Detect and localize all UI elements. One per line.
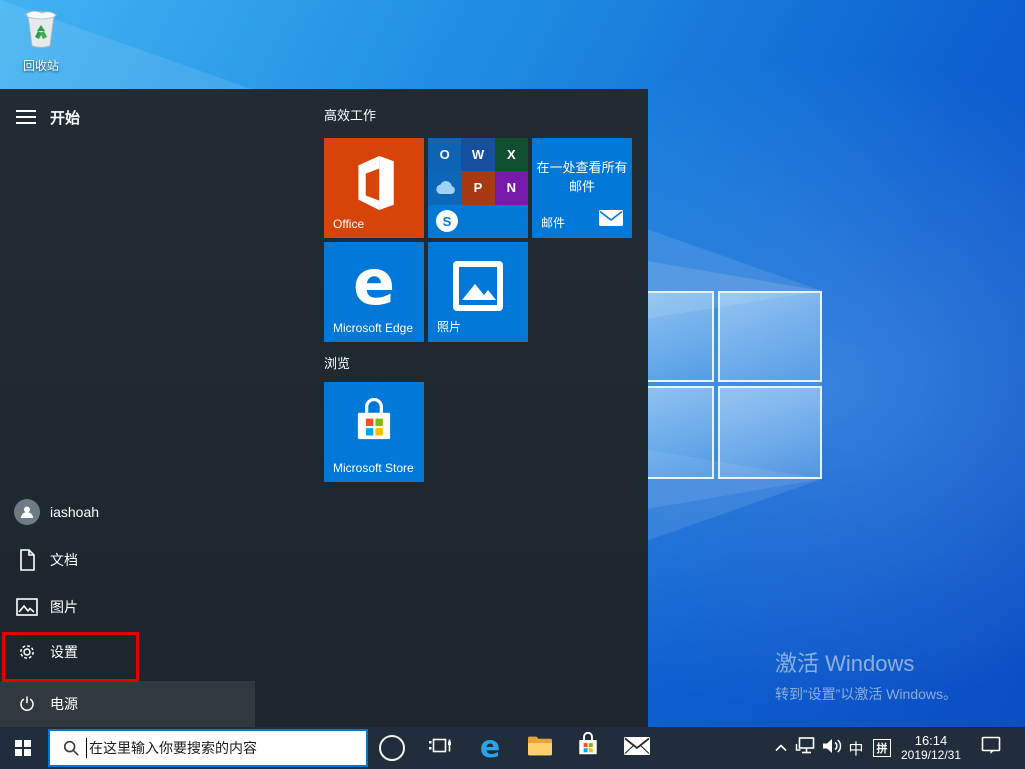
- documents-label: 文档: [50, 552, 78, 568]
- text-caret: [86, 738, 87, 758]
- hamburger-menu-button[interactable]: [16, 110, 36, 124]
- task-view-icon: [428, 735, 452, 762]
- search-icon: [62, 739, 80, 757]
- watermark-title: 激活 Windows: [775, 651, 915, 676]
- powerpoint-icon[interactable]: P: [461, 171, 495, 205]
- rail-item-user[interactable]: iashoah: [0, 489, 255, 535]
- photos-tile-label: 照片: [437, 320, 462, 334]
- tile-photos[interactable]: 照片: [428, 242, 528, 342]
- edge-taskbar-button[interactable]: e: [470, 727, 510, 769]
- clock-tray-button[interactable]: 16:14 2019/12/31: [893, 727, 969, 769]
- rail-item-pictures[interactable]: 图片: [0, 584, 255, 630]
- clock-date: 2019/12/31: [900, 748, 962, 762]
- gear-icon: [14, 642, 40, 662]
- store-icon: [576, 731, 600, 764]
- recycle-bin-icon: [20, 10, 62, 54]
- mail-taskbar-button[interactable]: [617, 727, 657, 769]
- cortana-button[interactable]: [372, 727, 412, 769]
- mail-tile-message: 在一处查看所有 邮件: [536, 160, 628, 194]
- outlook-icon[interactable]: O: [428, 138, 462, 172]
- action-center-button[interactable]: [973, 727, 1009, 769]
- office-tile-label: Office: [333, 217, 365, 231]
- tile-office[interactable]: Office: [324, 138, 424, 238]
- pictures-label: 图片: [50, 599, 78, 615]
- tile-mail[interactable]: 在一处查看所有 邮件 邮件: [532, 138, 632, 238]
- clock-time: 16:14: [914, 733, 948, 748]
- onedrive-icon[interactable]: [428, 171, 462, 205]
- onenote-icon[interactable]: N: [494, 171, 528, 205]
- word-icon[interactable]: W: [461, 138, 495, 172]
- mail-envelope-icon: [599, 210, 623, 231]
- action-center-icon: [981, 736, 1001, 760]
- edge-icon: e: [479, 730, 501, 765]
- speaker-icon: [822, 737, 843, 760]
- store-icon: [324, 398, 424, 448]
- tile-group-title-explore: 浏览: [324, 356, 351, 371]
- chevron-up-icon: [774, 739, 788, 757]
- activation-watermark: 激活 Windows 转到“设置”以激活 Windows。: [775, 646, 957, 704]
- rail-item-documents[interactable]: 文档: [0, 537, 255, 583]
- skype-icon: S: [436, 210, 458, 233]
- windows-start-icon: [15, 740, 31, 756]
- settings-label: 设置: [50, 644, 78, 660]
- desktop: 回收站 激活 Windows 转到“设置”以激活 Windows。 开始 ias…: [0, 0, 1025, 769]
- photos-icon: [428, 258, 528, 314]
- taskbar: 在这里输入你要搜索的内容 e 中 拼 16:14 2019/12/31: [0, 727, 1025, 769]
- volume-tray-button[interactable]: [818, 727, 846, 769]
- network-tray-button[interactable]: [792, 727, 820, 769]
- file-explorer-icon: [527, 735, 553, 762]
- search-placeholder: 在这里输入你要搜索的内容: [89, 740, 257, 756]
- file-explorer-button[interactable]: [520, 727, 560, 769]
- store-tile-label: Microsoft Store: [333, 461, 414, 475]
- tile-office-apps-group[interactable]: O W X P N S: [428, 138, 528, 238]
- start-button[interactable]: [0, 727, 46, 769]
- tile-microsoft-edge[interactable]: e Microsoft Edge: [324, 242, 424, 342]
- search-input[interactable]: 在这里输入你要搜索的内容: [48, 729, 368, 767]
- pictures-icon: [14, 598, 40, 616]
- power-icon: [14, 694, 40, 714]
- document-icon: [14, 549, 40, 571]
- ime-language-indicator: 中: [848, 740, 864, 758]
- recycle-bin-shortcut[interactable]: 回收站: [12, 8, 70, 74]
- rail-item-power[interactable]: 电源: [0, 681, 255, 727]
- show-hidden-icons-button[interactable]: [768, 727, 794, 769]
- start-menu: 开始 iashoah 文档 图片 设置 电源 高效工作 Office O W X…: [0, 89, 648, 727]
- start-menu-title: 开始: [50, 110, 81, 127]
- edge-tile-label: Microsoft Edge: [333, 321, 414, 335]
- user-name-label: iashoah: [50, 504, 100, 520]
- ime-language-button[interactable]: 中: [844, 727, 868, 769]
- mail-tile-label: 邮件: [541, 216, 566, 230]
- skype-strip[interactable]: S: [428, 204, 528, 238]
- office-icon: [324, 156, 424, 210]
- tile-microsoft-store[interactable]: Microsoft Store: [324, 382, 424, 482]
- tile-group-title-productivity: 高效工作: [324, 108, 377, 123]
- windows-logo-wallpaper: [620, 291, 822, 479]
- task-view-button[interactable]: [420, 727, 460, 769]
- recycle-bin-label: 回收站: [22, 59, 59, 73]
- excel-icon[interactable]: X: [494, 138, 528, 172]
- store-taskbar-button[interactable]: [568, 727, 608, 769]
- rail-item-settings[interactable]: 设置: [0, 629, 255, 675]
- ime-mode-indicator: 拼: [873, 739, 891, 757]
- ime-mode-button[interactable]: 拼: [869, 727, 895, 769]
- mail-envelope-icon: [624, 736, 650, 760]
- power-label: 电源: [50, 696, 78, 712]
- user-avatar-icon: [14, 499, 40, 525]
- watermark-subtitle: 转到“设置”以激活 Windows。: [775, 686, 958, 702]
- edge-icon: e: [352, 246, 396, 319]
- cortana-icon: [379, 735, 405, 761]
- network-icon: [795, 736, 817, 760]
